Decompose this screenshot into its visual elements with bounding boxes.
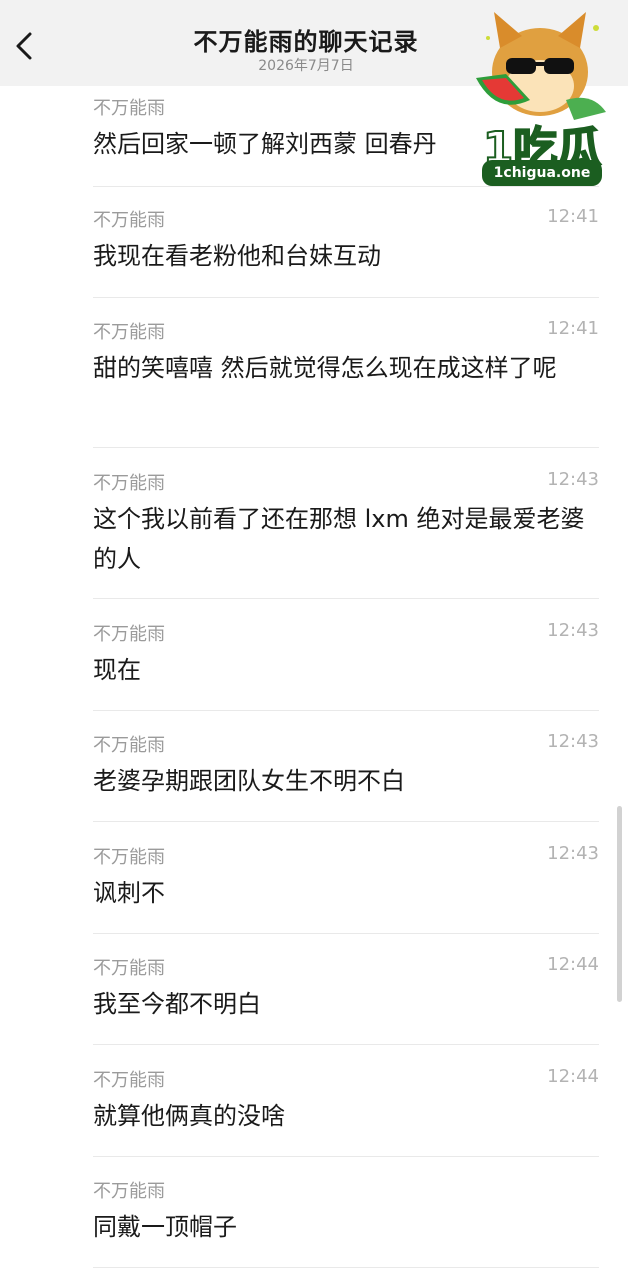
chat-history-page: 不万能雨 然后回家一顿了解刘西蒙 回春丹 不万能雨 12:41 我现在看老粉他和…	[0, 0, 628, 1280]
message-sender: 不万能雨	[93, 735, 165, 756]
message-text: 这个我以前看了还在那想 lxm 绝对是最爱老婆的人	[93, 505, 585, 573]
message-item: 不万能雨 同戴一顶帽子	[93, 1177, 599, 1268]
message-sender: 不万能雨	[93, 958, 165, 979]
message-sender: 不万能雨	[93, 1181, 165, 1202]
message-item: 不万能雨 12:41 甜的笑嘻嘻 然后就觉得怎么现在成这样了呢	[93, 318, 599, 448]
message-time: 12:43	[547, 469, 599, 490]
message-item: 不万能雨 12:43 现在	[93, 620, 599, 711]
message-time: 12:44	[547, 954, 599, 975]
message-text: 就算他俩真的没啥	[93, 1102, 285, 1130]
message-text: 我现在看老粉他和台妹互动	[93, 242, 381, 270]
message-time: 12:41	[547, 206, 599, 227]
message-item: 不万能雨 12:41 我现在看老粉他和台妹互动	[93, 206, 599, 298]
message-sender: 不万能雨	[93, 473, 165, 494]
message-text: 现在	[93, 656, 141, 684]
message-time: 12:44	[547, 1066, 599, 1087]
message-sender: 不万能雨	[93, 847, 165, 868]
mascot-icon	[476, 12, 606, 120]
message-text: 我至今都不明白	[93, 990, 261, 1018]
message-sender: 不万能雨	[93, 98, 165, 119]
message-sender: 不万能雨	[93, 1070, 165, 1091]
message-item: 不万能雨 12:44 我至今都不明白	[93, 954, 599, 1045]
message-time: 12:43	[547, 620, 599, 641]
message-text: 甜的笑嘻嘻 然后就觉得怎么现在成这样了呢	[93, 354, 557, 382]
message-time: 12:41	[547, 318, 599, 339]
message-sender: 不万能雨	[93, 210, 165, 231]
message-text: 同戴一顶帽子	[93, 1213, 237, 1241]
message-text: 老婆孕期跟团队女生不明不白	[93, 767, 405, 795]
watermark-logo: 1吃瓜 1chigua.one	[466, 8, 618, 188]
message-time: 12:43	[547, 731, 599, 752]
message-item: 不万能雨 12:43 这个我以前看了还在那想 lxm 绝对是最爱老婆的人	[93, 469, 599, 599]
message-time: 12:43	[547, 843, 599, 864]
message-item: 不万能雨 12:43 讽刺不	[93, 843, 599, 934]
message-item: 不万能雨 12:43 老婆孕期跟团队女生不明不白	[93, 731, 599, 822]
message-text: 讽刺不	[93, 879, 165, 907]
watermark-domain: 1chigua.one	[482, 160, 602, 186]
message-item: 不万能雨 12:44 就算他俩真的没啥	[93, 1066, 599, 1157]
scrollbar[interactable]	[617, 806, 622, 1002]
message-sender: 不万能雨	[93, 624, 165, 645]
message-sender: 不万能雨	[93, 322, 165, 343]
